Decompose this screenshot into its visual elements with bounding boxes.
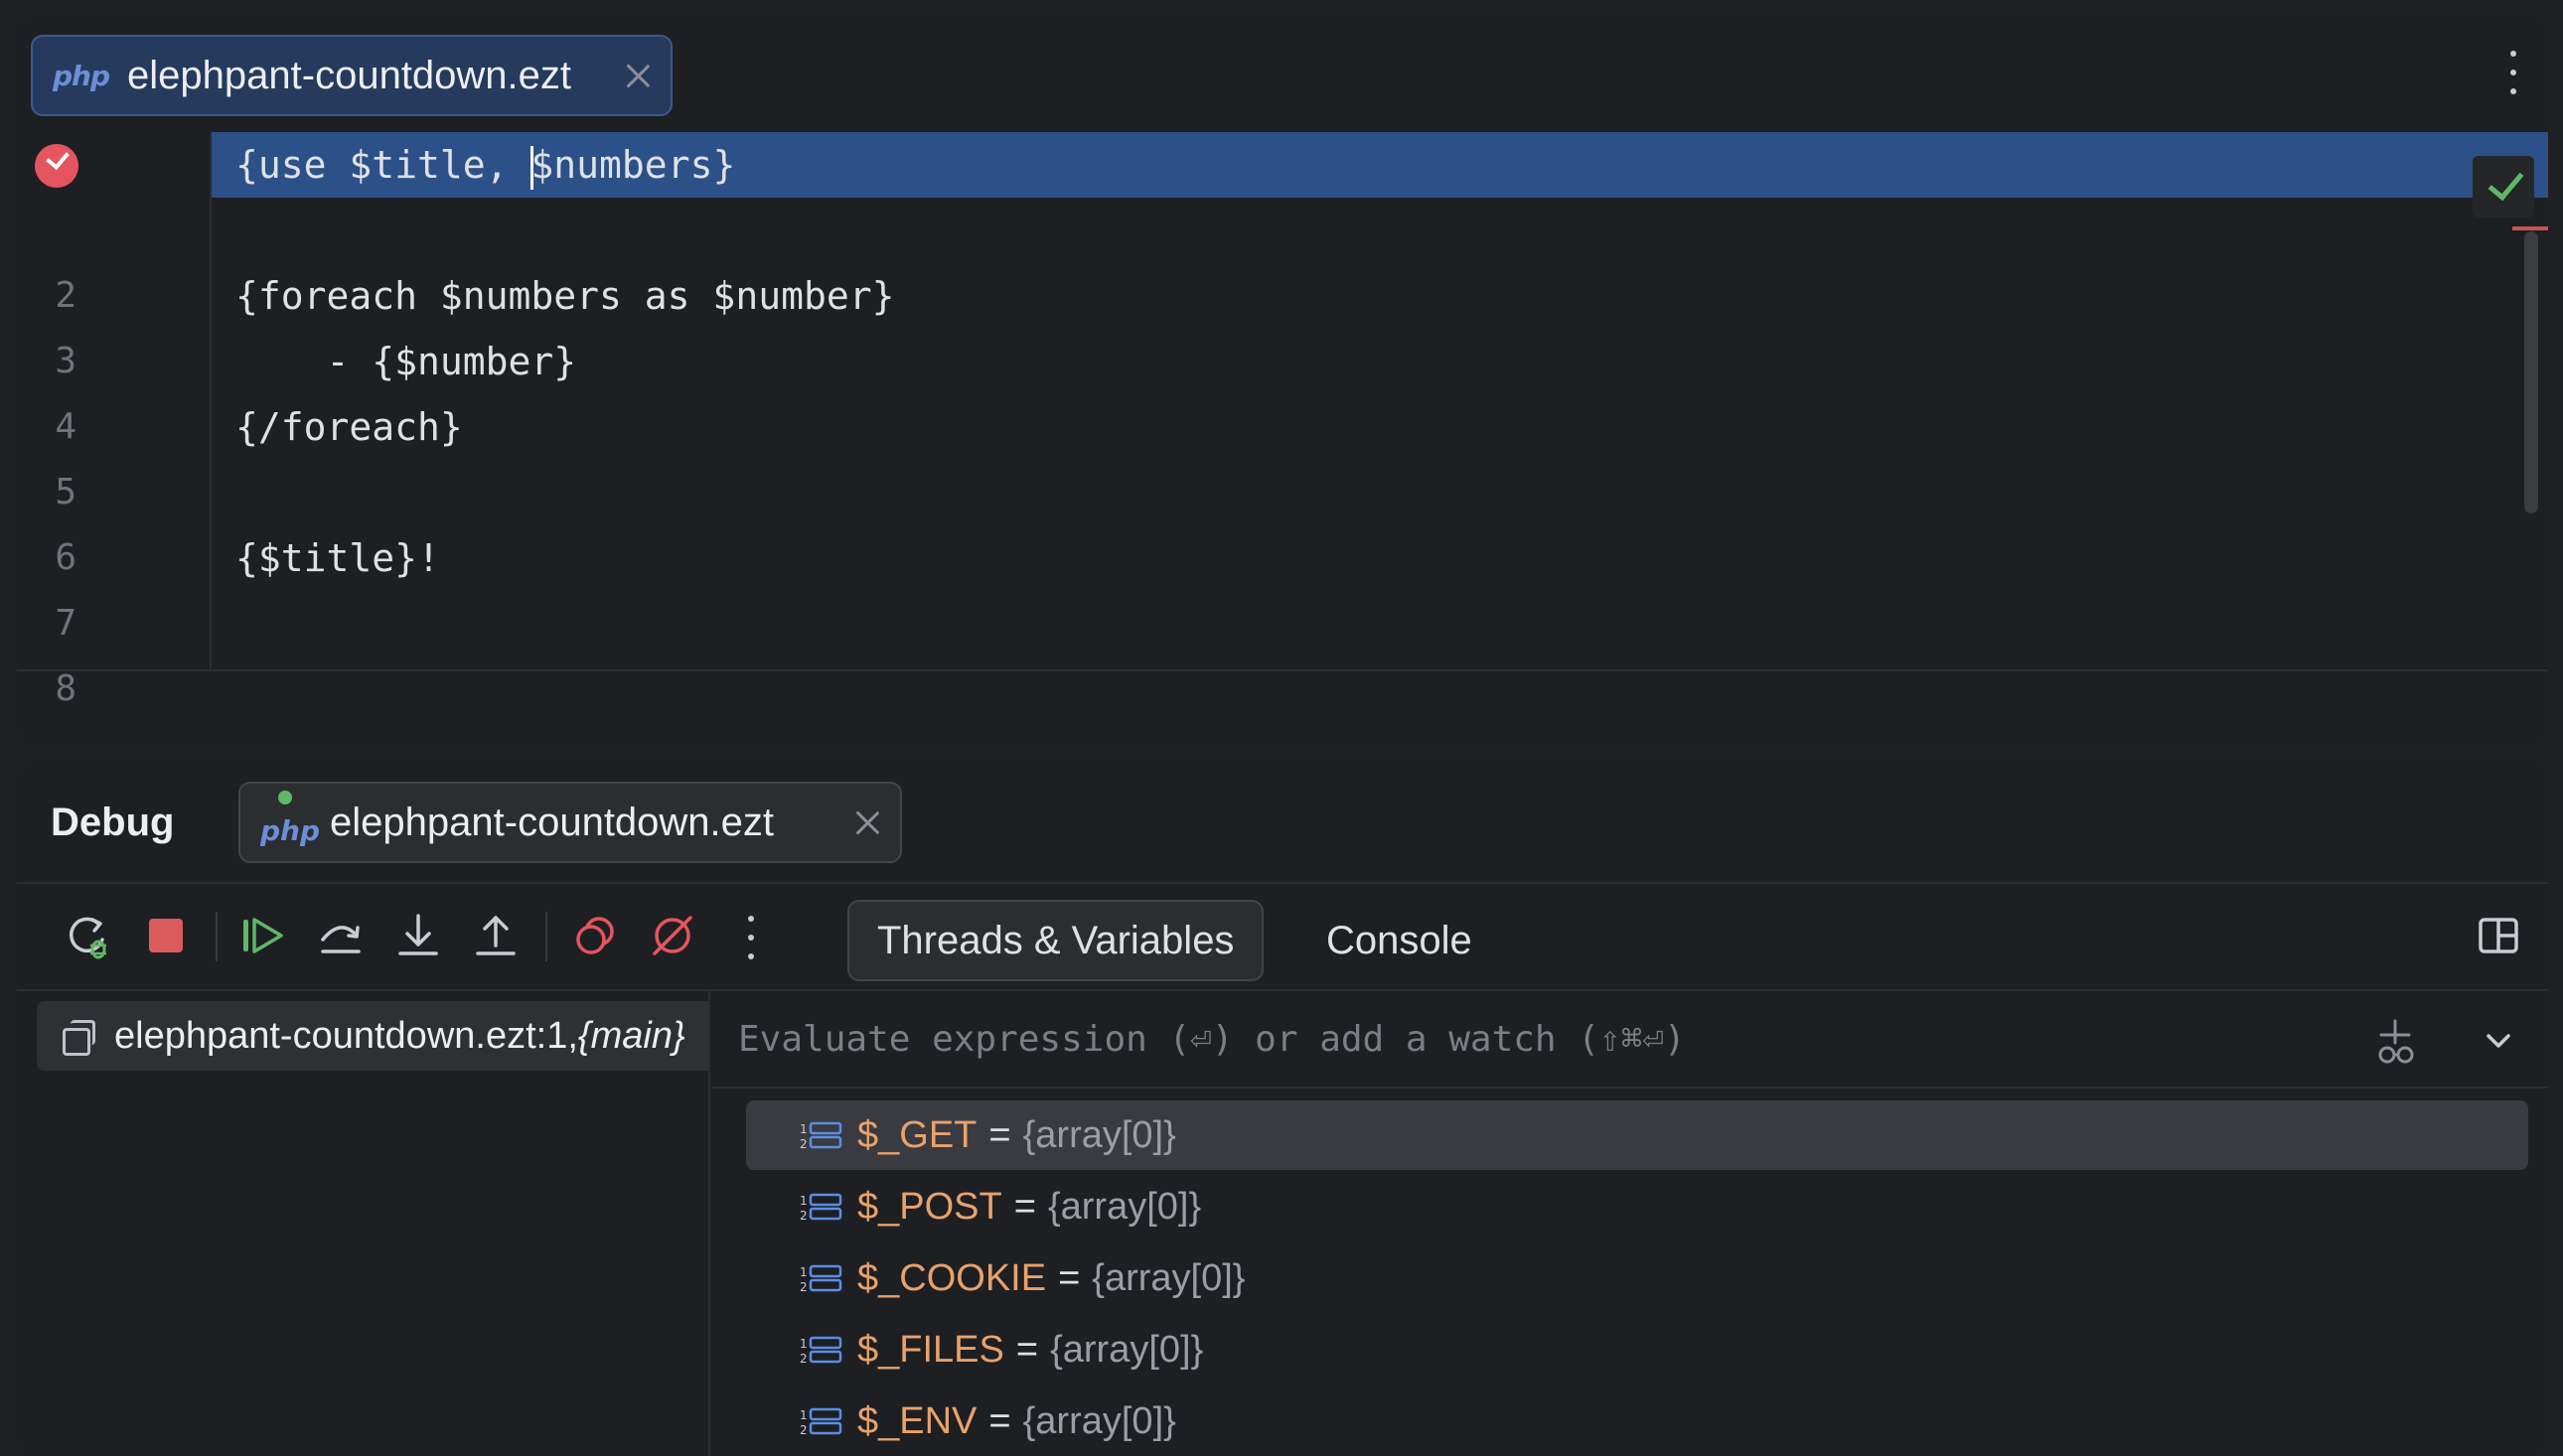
debug-tool-window: Debug php elephpant-countdown.ezt Thread… xyxy=(17,761,2548,1456)
variable-equals: = xyxy=(988,1113,1011,1156)
code-line[interactable] xyxy=(212,591,2548,656)
php-file-icon: php xyxy=(53,59,110,92)
editor-more-options-icon[interactable] xyxy=(2508,51,2518,94)
stop-icon[interactable] xyxy=(140,910,192,961)
svg-text:2: 2 xyxy=(800,1352,808,1365)
variable-value: {array[0]} xyxy=(1022,1399,1176,1442)
tab-threads-variables[interactable]: Threads & Variables xyxy=(847,900,1265,981)
svg-text:2: 2 xyxy=(800,1137,808,1150)
rerun-icon[interactable] xyxy=(63,910,114,961)
close-session-icon[interactable] xyxy=(854,809,880,835)
layout-settings-icon[interactable] xyxy=(2477,914,2520,957)
tab-console[interactable]: Console xyxy=(1298,900,1500,981)
code-line[interactable]: - {$number} xyxy=(212,329,2548,394)
svg-text:1: 1 xyxy=(800,1408,808,1422)
array-icon: 1 2 xyxy=(800,1193,842,1222)
variable-row[interactable]: 1 2 $_COOKIE = {array[0]} xyxy=(746,1243,2528,1313)
variable-value: {array[0]} xyxy=(1092,1256,1246,1299)
session-tab-label: elephpant-countdown.ezt xyxy=(330,800,775,844)
variable-row[interactable]: 1 2 $_POST = {array[0]} xyxy=(746,1172,2528,1241)
code-line[interactable]: {$title}! xyxy=(212,525,2548,591)
debug-title: Debug xyxy=(51,801,175,844)
stack-frame[interactable]: elephpant-countdown.ezt:1, {main} xyxy=(37,1001,708,1071)
evaluate-bar xyxy=(712,991,2548,1089)
variable-name: $_COOKIE xyxy=(857,1256,1047,1299)
breakpoint-icon[interactable] xyxy=(35,144,78,188)
svg-text:2: 2 xyxy=(800,1423,808,1436)
code-line-current[interactable]: {use $title, $numbers} xyxy=(212,132,2548,198)
code-editor[interactable]: 2 3 4 5 6 7 8 {use $title, $numbers} {fo… xyxy=(17,132,2548,709)
variable-equals: = xyxy=(988,1399,1011,1442)
line-number: 6 xyxy=(55,537,76,578)
editor-scrollbar[interactable] xyxy=(2524,231,2538,513)
code-line[interactable] xyxy=(212,198,2548,263)
svg-text:1: 1 xyxy=(800,1265,808,1279)
debug-session-tab[interactable]: php elephpant-countdown.ezt xyxy=(238,782,902,863)
line-number: 5 xyxy=(55,472,76,512)
resume-icon[interactable] xyxy=(237,910,289,961)
view-breakpoints-icon[interactable] xyxy=(569,910,621,961)
editor-panel: php elephpant-countdown.ezt 2 3 4 5 6 7 … xyxy=(17,17,2548,744)
more-icon[interactable] xyxy=(746,916,756,959)
debug-toolbar: Threads & Variables Console xyxy=(17,884,2548,991)
frame-icon xyxy=(63,1020,95,1056)
variable-value: {array[0]} xyxy=(1050,1328,1204,1371)
code-line[interactable] xyxy=(212,460,2548,525)
frames-pane: elephpant-countdown.ezt:1, {main} xyxy=(17,991,710,1456)
line-number: 7 xyxy=(55,603,76,644)
code-line[interactable]: {/foreach} xyxy=(212,394,2548,460)
php-debug-session-icon: php xyxy=(260,790,320,847)
variable-name: $_POST xyxy=(857,1185,1002,1228)
variable-equals: = xyxy=(1015,1328,1039,1371)
variable-value: {array[0]} xyxy=(1047,1185,1202,1228)
variable-value: {array[0]} xyxy=(1022,1113,1176,1156)
array-icon: 1 2 xyxy=(800,1121,842,1150)
line-number: 2 xyxy=(55,275,76,316)
debug-header: Debug php elephpant-countdown.ezt xyxy=(17,761,2548,884)
error-stripe-marker[interactable] xyxy=(2512,226,2548,230)
svg-text:1: 1 xyxy=(800,1194,808,1208)
array-icon: 1 2 xyxy=(800,1407,842,1436)
step-out-icon[interactable] xyxy=(470,910,522,961)
add-watch-icon[interactable] xyxy=(2369,1017,2421,1069)
variables-pane: 1 2 $_GET = {array[0]} 1 2 $_POST = {arr… xyxy=(712,991,2548,1456)
variable-equals: = xyxy=(1058,1256,1081,1299)
array-icon: 1 2 xyxy=(800,1264,842,1293)
frame-method: {main} xyxy=(577,1014,685,1057)
array-icon: 1 2 xyxy=(800,1336,842,1365)
svg-text:1: 1 xyxy=(800,1122,808,1136)
svg-text:1: 1 xyxy=(800,1337,808,1351)
variable-equals: = xyxy=(1013,1185,1036,1228)
variable-row[interactable]: 1 2 $_ENV = {array[0]} xyxy=(746,1386,2528,1456)
chevron-down-icon[interactable] xyxy=(2479,1021,2518,1061)
variable-name: $_GET xyxy=(857,1113,978,1156)
toolbar-separator xyxy=(216,912,218,961)
line-number: 4 xyxy=(55,406,76,447)
code-line[interactable]: {foreach $numbers as $number} xyxy=(212,263,2548,329)
close-tab-icon[interactable] xyxy=(625,63,651,88)
step-over-icon[interactable] xyxy=(315,910,367,961)
line-number: 8 xyxy=(55,668,76,709)
svg-text:2: 2 xyxy=(800,1209,808,1222)
mute-breakpoints-icon[interactable] xyxy=(647,910,698,961)
svg-text:2: 2 xyxy=(800,1280,808,1293)
variable-name: $_FILES xyxy=(857,1328,1004,1371)
code-text: $numbers} xyxy=(530,143,736,187)
toolbar-separator xyxy=(545,912,547,961)
frame-location: elephpant-countdown.ezt:1, xyxy=(114,1014,578,1057)
gutter[interactable]: 2 3 4 5 6 7 8 xyxy=(17,132,212,709)
evaluate-expression-input[interactable] xyxy=(736,1005,1928,1073)
code-text: {use $title, xyxy=(235,143,531,187)
editor-tab-label: elephpant-countdown.ezt xyxy=(127,53,572,97)
variable-row[interactable]: 1 2 $_GET = {array[0]} xyxy=(746,1100,2528,1170)
line-number: 3 xyxy=(55,341,76,381)
variable-name: $_ENV xyxy=(857,1399,978,1442)
editor-file-tab[interactable]: php elephpant-countdown.ezt xyxy=(31,35,673,116)
variable-row[interactable]: 1 2 $_FILES = {array[0]} xyxy=(746,1315,2528,1384)
step-into-icon[interactable] xyxy=(392,910,444,961)
editor-tab-bar: php elephpant-countdown.ezt xyxy=(17,17,2548,132)
no-problems-check-icon[interactable] xyxy=(2473,156,2534,218)
